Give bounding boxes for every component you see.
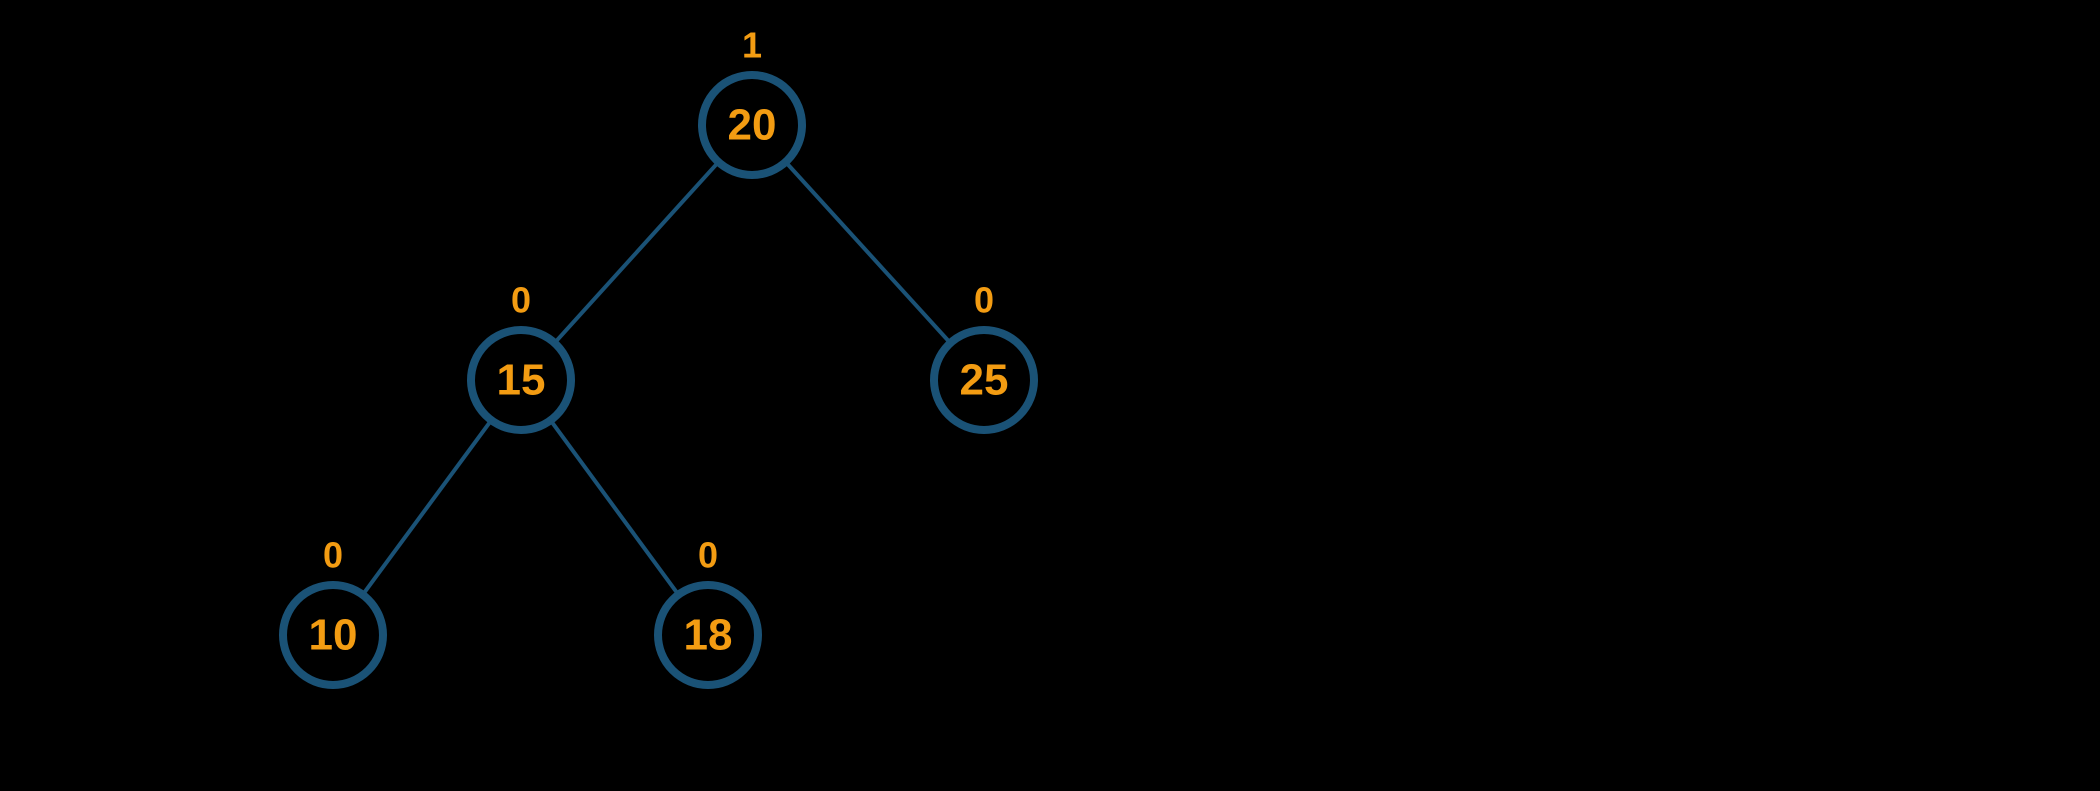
node: 25 0 <box>934 280 1034 431</box>
edge <box>555 162 719 343</box>
node-value: 25 <box>960 356 1009 405</box>
avl-tree-diagram: 20 1 15 0 25 0 10 0 18 0 <box>0 0 2100 791</box>
balance-factor: 1 <box>742 25 762 66</box>
edges-group <box>363 162 951 595</box>
balance-factor: 0 <box>511 280 531 321</box>
node-value: 20 <box>728 101 777 150</box>
node-value: 18 <box>684 611 733 660</box>
node-value: 15 <box>497 356 546 405</box>
node: 10 0 <box>283 535 383 686</box>
node-value: 10 <box>309 611 358 660</box>
edge <box>551 420 679 594</box>
node: 15 0 <box>471 280 571 431</box>
edge <box>363 420 492 595</box>
balance-factor: 0 <box>698 535 718 576</box>
node: 18 0 <box>658 535 758 686</box>
balance-factor: 0 <box>974 280 994 321</box>
balance-factor: 0 <box>323 535 343 576</box>
node: 20 1 <box>702 25 802 176</box>
edge <box>786 162 951 343</box>
